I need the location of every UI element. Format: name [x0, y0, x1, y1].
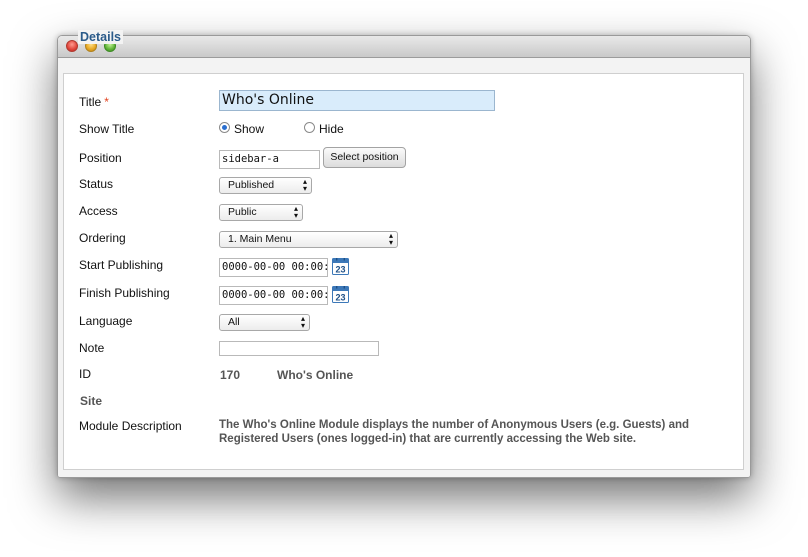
hide-radio-label[interactable]: Hide	[319, 122, 344, 136]
select-position-button[interactable]: Select position	[323, 147, 406, 168]
start-publishing-input[interactable]: 0000-00-00 00:00:0	[219, 258, 328, 277]
required-marker: *	[104, 95, 109, 109]
title-label-text: Title	[79, 95, 102, 109]
language-label: Language	[79, 314, 133, 328]
start-publishing-label: Start Publishing	[79, 258, 164, 272]
title-input[interactable]: Who's Online	[219, 90, 495, 111]
position-label: Position	[79, 151, 122, 165]
details-legend: Details	[78, 30, 123, 44]
show-title-label: Show Title	[79, 122, 135, 136]
id-label: ID	[79, 367, 91, 381]
show-radio[interactable]	[219, 122, 230, 133]
select-arrows-icon: ▴ ▾	[300, 314, 305, 330]
ordering-select[interactable]: 1. Main Menu ▴ ▾	[219, 231, 398, 248]
calendar-day-text: 23	[335, 293, 345, 303]
note-label: Note	[79, 341, 105, 355]
status-label: Status	[79, 177, 114, 191]
access-label: Access	[79, 204, 118, 218]
module-description-line-2: Registered Users (ones logged-in) that a…	[219, 433, 637, 445]
close-window-button[interactable]	[66, 40, 78, 52]
select-arrows-icon: ▴ ▾	[293, 204, 298, 220]
title-label: Title *	[79, 95, 109, 109]
site-label: Site	[80, 394, 103, 408]
module-description-line-1: The Who's Online Module displays the num…	[219, 419, 690, 431]
language-select-value: All	[228, 316, 240, 328]
id-value: 170	[220, 368, 241, 382]
note-input[interactable]	[219, 341, 379, 356]
ordering-select-value: 1. Main Menu	[228, 233, 292, 245]
module-name-value: Who's Online	[277, 368, 354, 382]
access-select[interactable]: Public ▴ ▾	[219, 204, 303, 221]
title-bar	[58, 36, 750, 58]
finish-publishing-input[interactable]: 0000-00-00 00:00:0	[219, 286, 328, 305]
show-radio-label[interactable]: Show	[234, 122, 264, 136]
language-select[interactable]: All ▴ ▾	[219, 314, 310, 331]
calendar-icon[interactable]: 23	[332, 258, 349, 275]
calendar-icon[interactable]: 23	[332, 286, 349, 303]
module-description-label: Module Description	[79, 419, 182, 433]
select-arrows-icon: ▴ ▾	[302, 177, 307, 193]
status-select[interactable]: Published ▴ ▾	[219, 177, 312, 194]
status-select-value: Published	[228, 179, 275, 191]
calendar-day-text: 23	[335, 265, 345, 275]
details-fieldset	[63, 73, 744, 470]
select-arrows-icon: ▴ ▾	[388, 231, 393, 247]
finish-publishing-label: Finish Publishing	[79, 286, 170, 300]
hide-radio[interactable]	[304, 122, 315, 133]
position-input[interactable]: sidebar-a	[219, 150, 320, 169]
ordering-label: Ordering	[79, 231, 126, 245]
access-select-value: Public	[228, 206, 257, 218]
